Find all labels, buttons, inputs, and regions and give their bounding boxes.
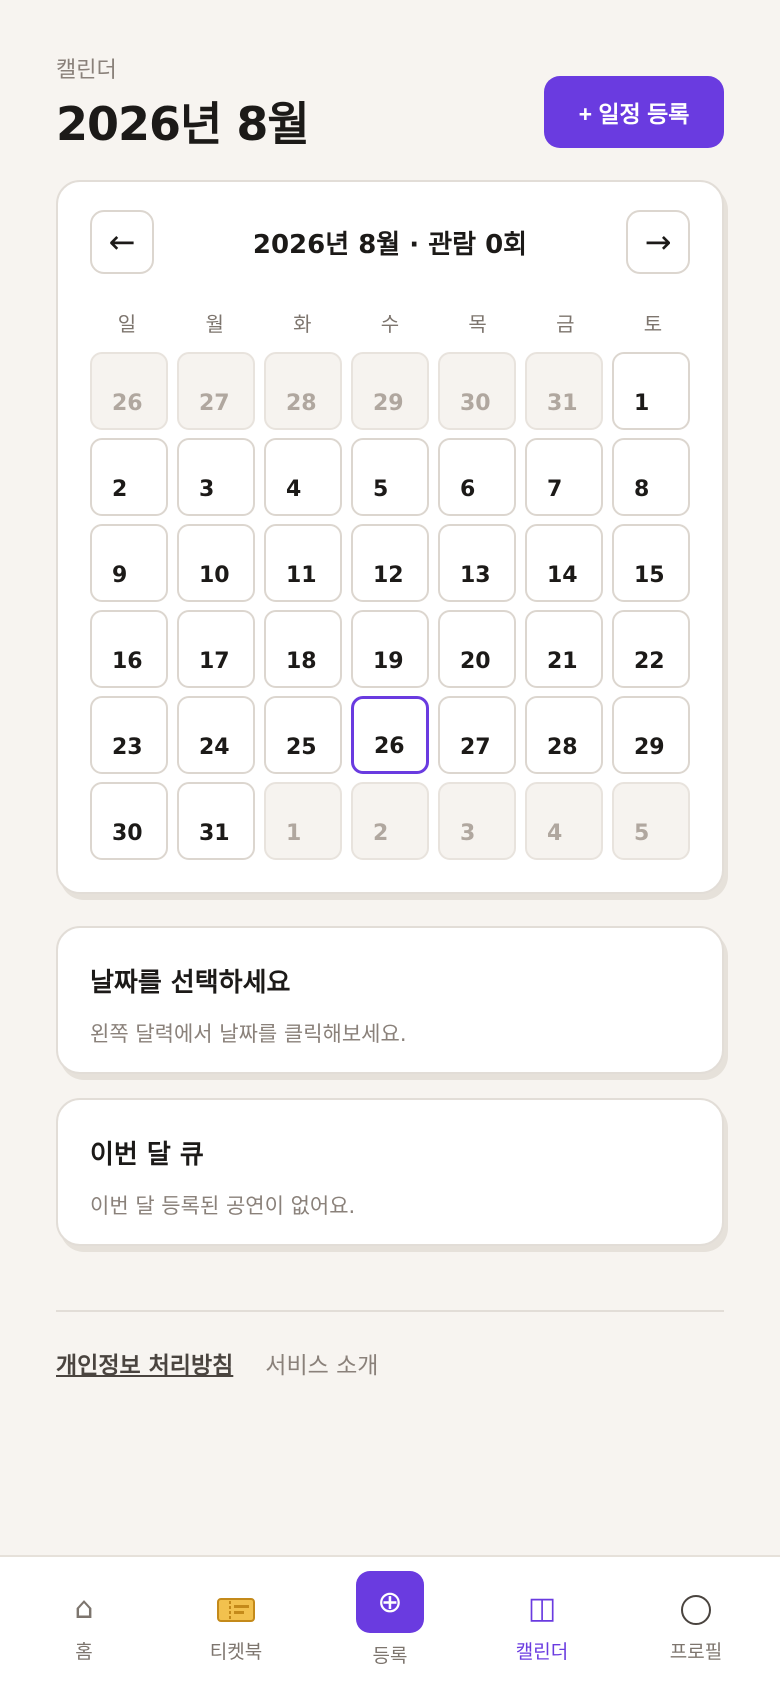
profile-icon: [626, 1587, 766, 1631]
tab-profile[interactable]: 프로필: [626, 1557, 766, 1664]
ticket-icon: [166, 1587, 306, 1631]
calendar-day[interactable]: 24: [177, 696, 255, 774]
calendar-day-outside[interactable]: 28: [264, 352, 342, 430]
weekday-header: 일 월 화 수 목 금 토: [88, 308, 692, 337]
footer-divider: [56, 1310, 724, 1312]
calendar-day-outside[interactable]: 26: [90, 352, 168, 430]
calendar-day[interactable]: 11: [264, 524, 342, 602]
calendar-day[interactable]: 6: [438, 438, 516, 516]
calendar-day-outside[interactable]: 2: [351, 782, 429, 860]
tab-register-label: 등록: [372, 1645, 408, 1667]
calendar-day[interactable]: 10: [177, 524, 255, 602]
add-circle-icon[interactable]: ⊕: [356, 1571, 424, 1633]
monthly-queue-card: 이번 달 큐 이번 달 등록된 공연이 없어요.: [56, 1098, 724, 1246]
calendar-day[interactable]: 19: [351, 610, 429, 688]
calendar-week: 16 17 18 19 20 21 22: [90, 610, 690, 688]
calendar-day[interactable]: 30: [90, 782, 168, 860]
calendar-day[interactable]: 31: [177, 782, 255, 860]
calendar-day-outside[interactable]: 27: [177, 352, 255, 430]
weekday-label: 토: [643, 312, 663, 336]
calendar-day-outside[interactable]: 5: [612, 782, 690, 860]
bottom-tab-bar: ⌂ 홈 티켓북 ⊕ 등록 ◫ 캘린더 프로필: [0, 1555, 780, 1688]
calendar-day[interactable]: 25: [264, 696, 342, 774]
calendar-day[interactable]: 20: [438, 610, 516, 688]
calendar-day[interactable]: 9: [90, 524, 168, 602]
calendar-day-outside[interactable]: 1: [264, 782, 342, 860]
calendar-day-outside[interactable]: 30: [438, 352, 516, 430]
calendar-day[interactable]: 22: [612, 610, 690, 688]
tab-profile-label: 프로필: [669, 1641, 723, 1663]
weekday-label: 수: [380, 312, 400, 336]
prev-month-button[interactable]: ←: [90, 210, 154, 274]
tab-register[interactable]: ⊕ 등록: [320, 1557, 460, 1668]
select-date-hint: 왼쪽 달력에서 날짜를 클릭해보세요.: [90, 1022, 407, 1046]
page-eyebrow: 캘린더: [56, 58, 117, 83]
home-icon: ⌂: [74, 1591, 94, 1626]
select-date-title: 날짜를 선택하세요: [90, 968, 291, 998]
weekday-label: 월: [205, 312, 224, 336]
calendar-day[interactable]: 28: [525, 696, 603, 774]
tab-calendar-label: 캘린더: [515, 1641, 569, 1663]
calendar-day-outside[interactable]: 31: [525, 352, 603, 430]
tab-home[interactable]: ⌂ 홈: [14, 1557, 154, 1664]
calendar-day[interactable]: 8: [612, 438, 690, 516]
next-month-button[interactable]: →: [626, 210, 690, 274]
calendar-week: 30 31 1 2 3 4 5: [90, 782, 690, 860]
calendar-day-outside[interactable]: 4: [525, 782, 603, 860]
calendar-month-title: 2026년 8월 · 관람 0회: [252, 230, 528, 260]
calendar-day[interactable]: 27: [438, 696, 516, 774]
calendar-day[interactable]: 12: [351, 524, 429, 602]
calendar-day-selected[interactable]: 26: [351, 696, 429, 774]
calendar-day[interactable]: 7: [525, 438, 603, 516]
calendar-day[interactable]: 23: [90, 696, 168, 774]
monthly-queue-empty: 이번 달 등록된 공연이 없어요.: [90, 1194, 356, 1218]
tab-ticketbook-label: 티켓북: [209, 1641, 263, 1663]
calendar-day-outside[interactable]: 3: [438, 782, 516, 860]
select-date-card: 날짜를 선택하세요 왼쪽 달력에서 날짜를 클릭해보세요.: [56, 926, 724, 1074]
calendar-book-icon: ◫: [527, 1591, 557, 1626]
tab-ticketbook[interactable]: 티켓북: [166, 1557, 306, 1664]
weekday-label: 목: [468, 312, 487, 336]
calendar-day[interactable]: 5: [351, 438, 429, 516]
privacy-policy-link[interactable]: 개인정보 처리방침: [56, 1346, 233, 1380]
calendar-day[interactable]: 21: [525, 610, 603, 688]
about-service-link[interactable]: 서비스 소개: [265, 1346, 378, 1380]
calendar-week: 26 27 28 29 30 31 1: [90, 352, 690, 430]
calendar-week: 23 24 25 26 27 28 29: [90, 696, 690, 774]
calendar-day[interactable]: 2: [90, 438, 168, 516]
calendar-day[interactable]: 14: [525, 524, 603, 602]
calendar-week: 9 10 11 12 13 14 15: [90, 524, 690, 602]
calendar-day[interactable]: 4: [264, 438, 342, 516]
weekday-label: 화: [293, 312, 312, 336]
weekday-label: 금: [556, 312, 575, 336]
tab-home-label: 홈: [75, 1641, 93, 1663]
calendar-day[interactable]: 17: [177, 610, 255, 688]
calendar-day[interactable]: 29: [612, 696, 690, 774]
tab-calendar[interactable]: ◫ 캘린더: [472, 1557, 612, 1664]
calendar-day[interactable]: 15: [612, 524, 690, 602]
calendar-grid: 26 27 28 29 30 31 1 2 3 4 5 6 7 8 9 10 1…: [90, 352, 690, 868]
calendar-day[interactable]: 3: [177, 438, 255, 516]
calendar-day-outside[interactable]: 29: [351, 352, 429, 430]
calendar-week: 2 3 4 5 6 7 8: [90, 438, 690, 516]
monthly-queue-title: 이번 달 큐: [90, 1140, 204, 1170]
page-title: 2026년 8월: [56, 97, 310, 151]
calendar-day[interactable]: 13: [438, 524, 516, 602]
calendar-day[interactable]: 18: [264, 610, 342, 688]
add-schedule-button[interactable]: + 일정 등록: [544, 76, 724, 148]
calendar-day[interactable]: 1: [612, 352, 690, 430]
footer-links: 개인정보 처리방침 서비스 소개: [56, 1346, 378, 1380]
calendar-day[interactable]: 16: [90, 610, 168, 688]
weekday-label: 일: [117, 312, 137, 336]
